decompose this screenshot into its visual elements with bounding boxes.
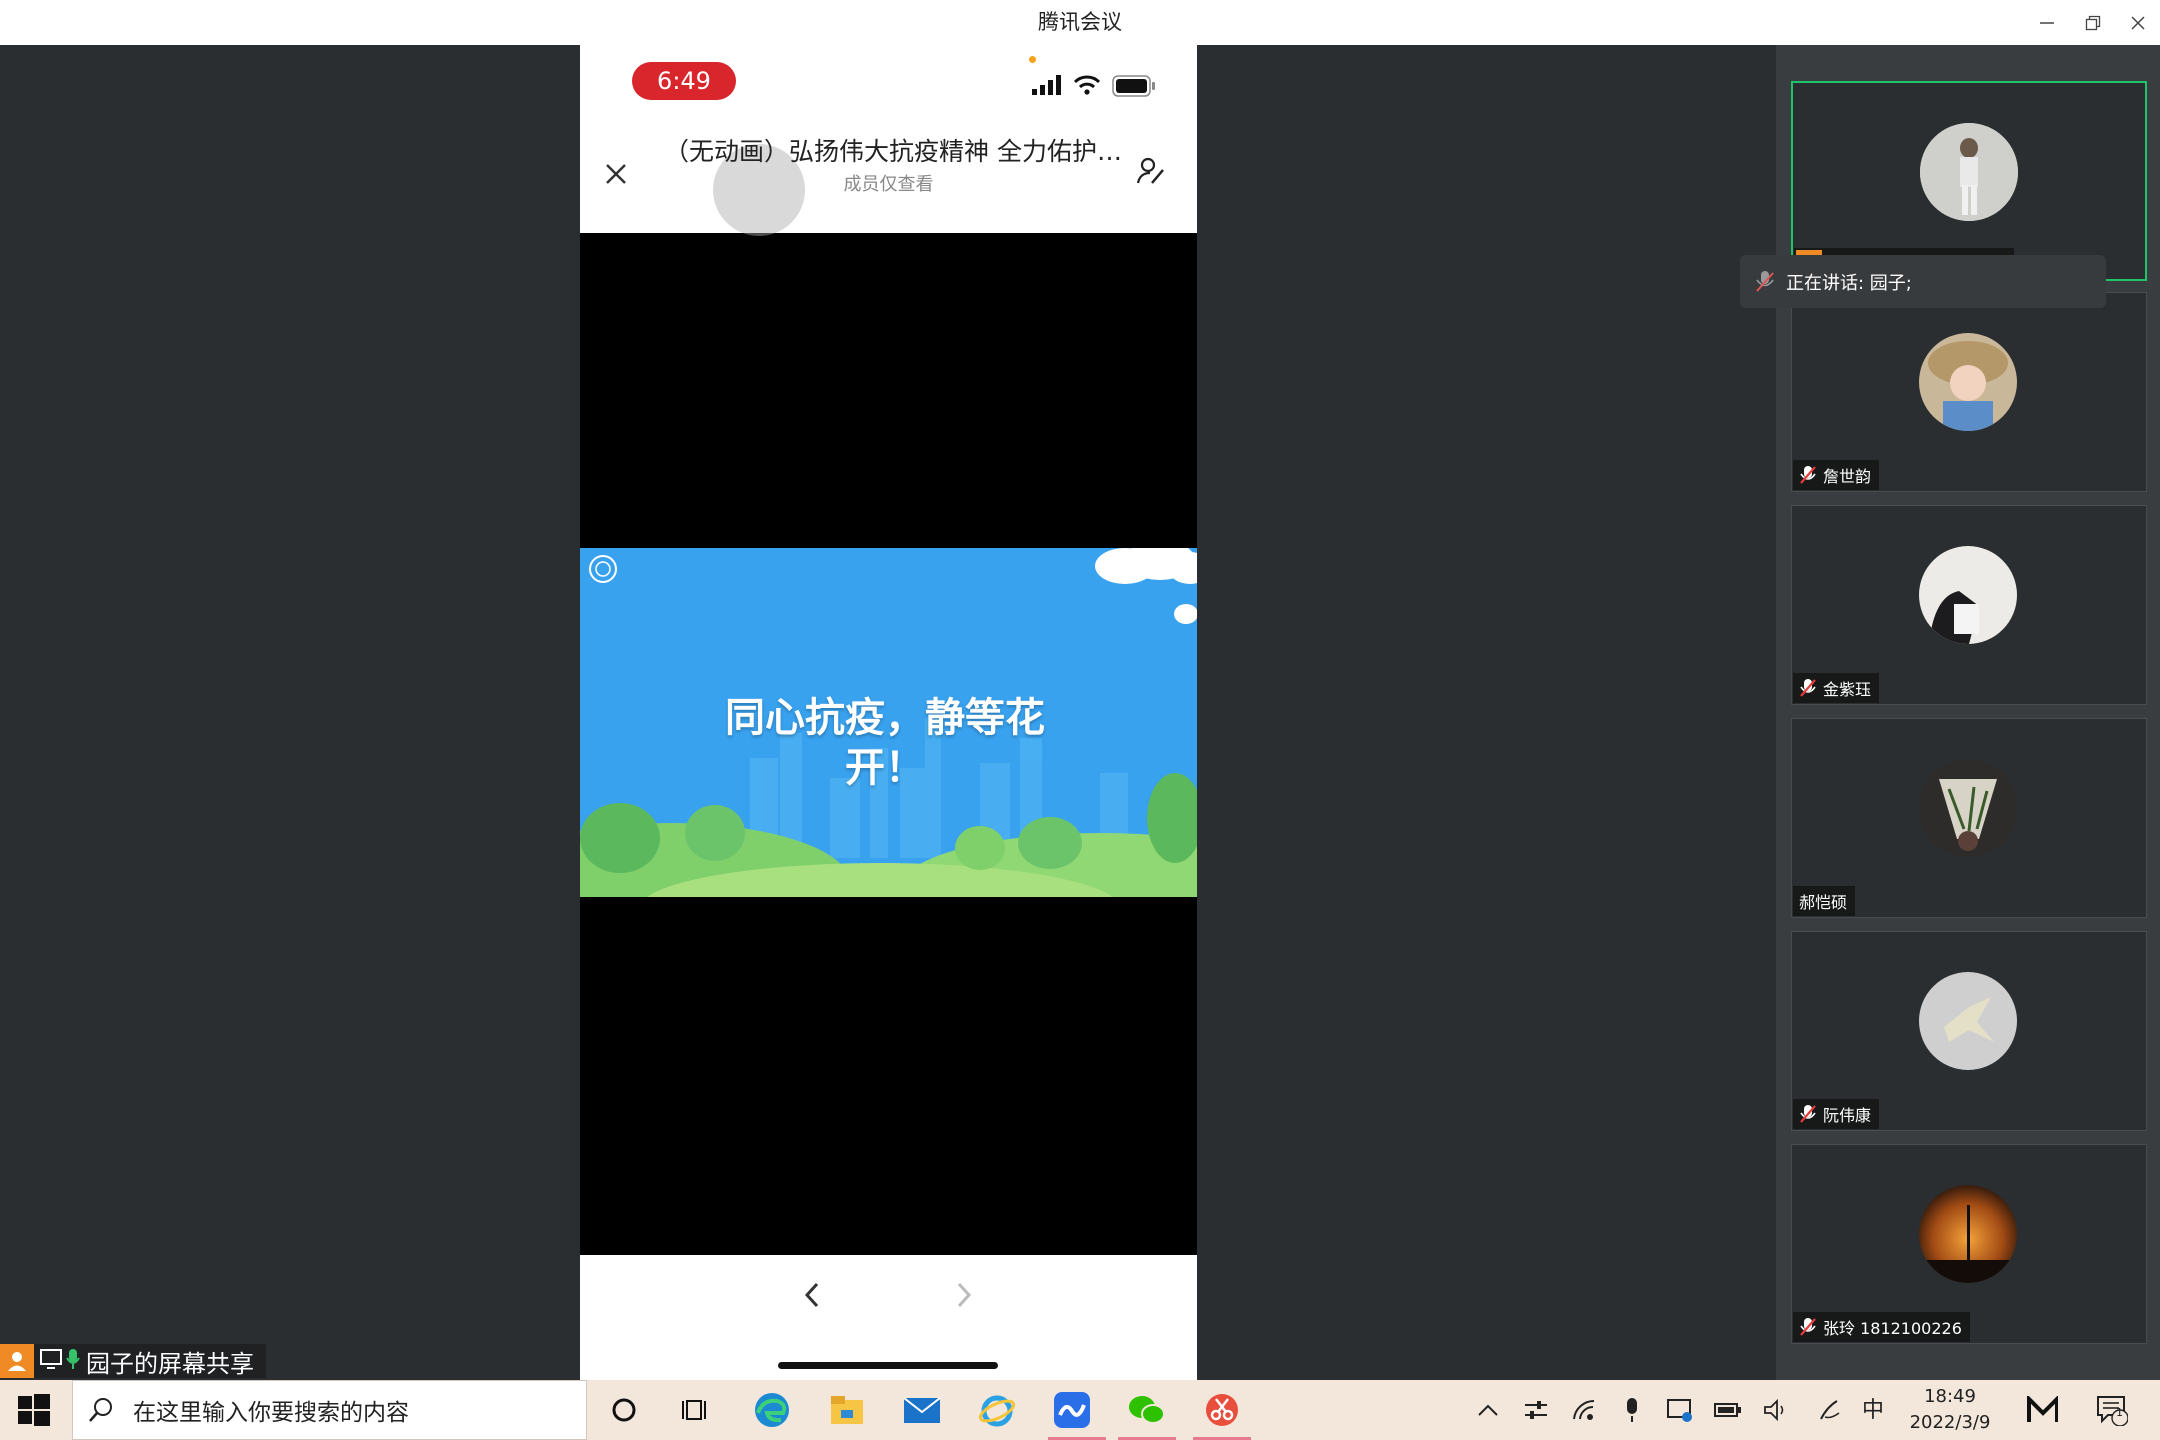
participant-tile[interactable]: 詹世韵 bbox=[1791, 292, 2147, 492]
signal-icon bbox=[1032, 75, 1062, 99]
title-bar: 腾讯会议 bbox=[0, 0, 2160, 45]
windows-start-icon[interactable] bbox=[16, 1392, 52, 1428]
participant-name: 詹世韵 bbox=[1823, 467, 1872, 486]
cortana-icon[interactable] bbox=[602, 1388, 646, 1432]
notification-icon[interactable]: 1 bbox=[2096, 1394, 2128, 1426]
university-logo bbox=[588, 554, 618, 584]
microphone-icon bbox=[66, 1348, 80, 1374]
snipping-tool-icon[interactable] bbox=[1200, 1388, 1244, 1432]
user-edit-icon[interactable] bbox=[1136, 156, 1166, 190]
taskbar-search[interactable]: 在这里输入你要搜索的内容 bbox=[72, 1380, 587, 1440]
clock-time: 18:49 bbox=[1924, 1386, 1976, 1407]
battery-icon bbox=[1112, 75, 1156, 101]
search-icon bbox=[89, 1398, 112, 1422]
name-tag: 郝恺硕 bbox=[1793, 886, 1856, 916]
microphone-icon[interactable] bbox=[1616, 1394, 1648, 1426]
wechat-icon[interactable] bbox=[1125, 1388, 1169, 1432]
screen-share-icon bbox=[40, 1349, 62, 1373]
battery-icon[interactable] bbox=[1712, 1394, 1744, 1426]
participant-name: 郝恺硕 bbox=[1799, 893, 1848, 912]
speaking-text: 正在讲话: 园子; bbox=[1786, 272, 1912, 294]
mic-muted-icon bbox=[1800, 1105, 1816, 1123]
mic-muted-icon bbox=[1800, 679, 1816, 697]
participant-tile[interactable] bbox=[1791, 81, 2147, 281]
avatar bbox=[1919, 1185, 2017, 1283]
task-view-icon[interactable] bbox=[674, 1388, 718, 1432]
participant-name: 金紫珏 bbox=[1823, 680, 1872, 699]
participant-tile[interactable]: 阮伟康 bbox=[1791, 931, 2147, 1131]
window-title: 腾讯会议 bbox=[1038, 10, 1122, 34]
name-tag: 阮伟康 bbox=[1793, 1099, 1880, 1129]
avatar bbox=[1919, 546, 2017, 644]
privacy-dot bbox=[1029, 56, 1036, 63]
wifi-icon bbox=[1073, 75, 1101, 99]
participant-tile[interactable]: 金紫珏 bbox=[1791, 505, 2147, 705]
avatar bbox=[1919, 759, 2017, 857]
participant-tile[interactable]: 张玲 1812100226 bbox=[1791, 1144, 2147, 1344]
slide-image: 同心抗疫，静等花开！ bbox=[580, 548, 1197, 897]
close-icon[interactable] bbox=[2115, 0, 2160, 45]
participant-name: 张玲 1812100226 bbox=[1823, 1319, 1962, 1338]
mail-icon[interactable] bbox=[900, 1388, 944, 1432]
name-tag: 詹世韵 bbox=[1793, 460, 1880, 490]
phone-time: 6:49 bbox=[632, 62, 736, 100]
search-placeholder: 在这里输入你要搜索的内容 bbox=[133, 1400, 409, 1426]
notification-count: 1 bbox=[2116, 1406, 2123, 1419]
speaking-indicator: 正在讲话: 园子; bbox=[1740, 255, 2106, 308]
pen-icon[interactable] bbox=[1814, 1394, 1846, 1426]
name-tag: 金紫珏 bbox=[1793, 673, 1880, 703]
participant-tile[interactable]: 郝恺硕 bbox=[1791, 718, 2147, 918]
tencent-meeting-icon[interactable] bbox=[1050, 1388, 1094, 1432]
volume-icon[interactable] bbox=[1760, 1394, 1792, 1426]
participant-panel: 詹世韵 金紫珏 郝恺硕 阮伟康 张玲 1812100226 bbox=[1776, 45, 2160, 1380]
tencent-meeting-tray-icon[interactable] bbox=[2026, 1394, 2058, 1426]
avatar bbox=[1919, 972, 2017, 1070]
internet-explorer-icon[interactable] bbox=[975, 1388, 1019, 1432]
mic-muted-icon bbox=[1800, 1318, 1816, 1336]
document-title: （无动画）弘扬伟大抗疫精神 全力佑护… bbox=[664, 137, 1122, 166]
network-icon[interactable] bbox=[1568, 1394, 1600, 1426]
phone-status-bar: 6:49 bbox=[580, 45, 1197, 120]
forward-icon[interactable] bbox=[954, 1280, 974, 1314]
home-indicator bbox=[778, 1362, 998, 1369]
settings-sliders-icon[interactable] bbox=[1520, 1394, 1552, 1426]
mic-muted-icon bbox=[1800, 466, 1816, 484]
participant-name: 阮伟康 bbox=[1823, 1106, 1872, 1125]
restore-icon[interactable] bbox=[2070, 0, 2116, 45]
avatar bbox=[1920, 123, 2018, 221]
person-icon bbox=[0, 1344, 34, 1378]
screen-capture-icon[interactable] bbox=[1664, 1394, 1696, 1426]
input-method-indicator[interactable]: 中 bbox=[1862, 1392, 1884, 1424]
back-icon[interactable] bbox=[802, 1280, 822, 1314]
screen-share-label: 园子的屏幕共享 bbox=[0, 1344, 266, 1378]
phone-nav-bar bbox=[580, 1255, 1197, 1380]
slide-headline: 同心抗疫，静等花开！ bbox=[725, 695, 1045, 791]
avatar bbox=[1919, 333, 2017, 431]
document-subtitle: 成员仅查看 bbox=[843, 174, 934, 195]
name-tag: 张玲 1812100226 bbox=[1793, 1312, 1970, 1342]
clock-date: 2022/3/9 bbox=[1909, 1412, 1991, 1433]
edge-browser-icon[interactable] bbox=[750, 1388, 794, 1432]
file-explorer-icon[interactable] bbox=[825, 1388, 869, 1432]
mic-muted-icon bbox=[1756, 270, 1774, 292]
shared-screen: 6:49 （无动画）弘扬伟大抗疫精神 全力佑护… 成员仅查看 同心抗疫，静等花开… bbox=[580, 45, 1197, 1380]
taskbar: 在这里输入你要搜索的内容 中 18:49 2022/3/9 1 bbox=[0, 1380, 2160, 1440]
system-clock[interactable]: 18:49 2022/3/9 bbox=[1900, 1384, 2000, 1436]
phone-header: （无动画）弘扬伟大抗疫精神 全力佑护… 成员仅查看 bbox=[580, 120, 1197, 236]
screen-share-text: 园子的屏幕共享 bbox=[86, 1349, 254, 1378]
minimize-icon[interactable] bbox=[2024, 0, 2070, 45]
chevron-up-icon[interactable] bbox=[1472, 1394, 1504, 1426]
